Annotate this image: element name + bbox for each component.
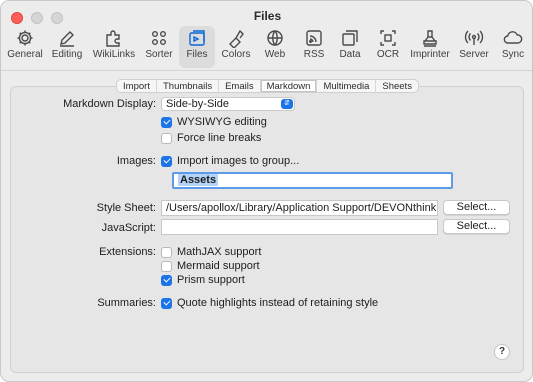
mathjax-checkbox-row[interactable]: MathJAX support	[161, 246, 261, 258]
toolbar-item-rss[interactable]: RSS	[297, 26, 331, 68]
style-sheet-label: Style Sheet:	[96, 202, 156, 214]
import-images-label: Import images to group...	[177, 155, 300, 167]
tab-multimedia[interactable]: Multimedia	[316, 80, 375, 92]
tab-bar-container: Import Thumbnails Emails Markdown Multim…	[1, 79, 532, 95]
toolbar-item-sync[interactable]: Sync	[495, 26, 531, 68]
tab-import[interactable]: Import	[117, 80, 156, 92]
force-breaks-checkbox-row[interactable]: Force line breaks	[161, 132, 261, 144]
toolbar-item-ocr[interactable]: OCR	[371, 26, 405, 68]
globe-icon	[267, 30, 283, 46]
preferences-toolbar: General Editing WikiLinks Sorter Files C…	[1, 26, 532, 68]
toolbar-item-sorter[interactable]: Sorter	[141, 26, 177, 68]
help-button[interactable]: ?	[494, 344, 510, 360]
toolbar-item-imprinter[interactable]: Imprinter	[407, 26, 453, 68]
cloud-icon	[503, 31, 523, 44]
force-breaks-checkbox[interactable]	[161, 132, 172, 144]
files-icon	[189, 30, 205, 46]
image-group-value: Assets	[178, 174, 219, 186]
javascript-field[interactable]	[161, 219, 438, 235]
grid-dots-icon	[152, 31, 166, 45]
ocr-icon	[380, 30, 396, 46]
style-sheet-field[interactable]: /Users/apollox/Library/Application Suppo…	[161, 200, 438, 216]
quote-highlights-label: Quote highlights instead of retaining st…	[177, 297, 379, 309]
chevron-updown-icon: ⇵	[281, 99, 293, 109]
data-icon	[342, 30, 358, 46]
mermaid-label: Mermaid support	[177, 260, 260, 272]
toolbar-item-data[interactable]: Data	[333, 26, 367, 68]
markdown-display-value: Side-by-Side	[166, 98, 229, 110]
window-title: Files	[253, 9, 282, 23]
wysiwyg-checkbox-row[interactable]: WYSIWYG editing	[161, 116, 267, 128]
tab-markdown[interactable]: Markdown	[259, 80, 317, 92]
mermaid-checkbox-row[interactable]: Mermaid support	[161, 260, 260, 272]
toolbar-item-files[interactable]: Files	[179, 26, 215, 68]
toolbar-item-web[interactable]: Web	[257, 26, 293, 68]
title-bar: Files General Editing WikiLinks Sorter F…	[1, 1, 532, 71]
tab-emails[interactable]: Emails	[218, 80, 260, 92]
javascript-label: JavaScript:	[101, 222, 156, 234]
gear-icon	[17, 30, 33, 46]
tab-sheets[interactable]: Sheets	[375, 80, 418, 92]
prism-checkbox[interactable]	[161, 274, 172, 286]
toolbar-item-general[interactable]: General	[5, 26, 45, 68]
javascript-select-button[interactable]: Select...	[443, 219, 510, 234]
toolbar-item-colors[interactable]: Colors	[217, 26, 255, 68]
tab-bar: Import Thumbnails Emails Markdown Multim…	[116, 79, 419, 93]
extensions-label: Extensions:	[99, 246, 156, 258]
import-images-checkbox[interactable]	[161, 155, 172, 167]
prism-checkbox-row[interactable]: Prism support	[161, 274, 245, 286]
tab-thumbnails[interactable]: Thumbnails	[155, 80, 218, 92]
toolbar-item-server[interactable]: Server	[455, 26, 493, 68]
markdown-display-popup[interactable]: Side-by-Side ⇵	[161, 97, 295, 111]
pencil-icon	[60, 31, 74, 47]
quote-highlights-checkbox-row[interactable]: Quote highlights instead of retaining st…	[161, 297, 378, 309]
markdown-display-label: Markdown Display:	[63, 98, 156, 110]
prism-label: Prism support	[177, 274, 245, 286]
mathjax-label: MathJAX support	[177, 246, 262, 258]
puzzle-icon	[106, 30, 120, 47]
summaries-label: Summaries:	[97, 297, 156, 309]
image-group-field[interactable]: Assets	[172, 172, 453, 189]
style-sheet-select-button[interactable]: Select...	[443, 200, 510, 215]
rss-icon	[306, 30, 322, 46]
mermaid-checkbox[interactable]	[161, 260, 172, 272]
preferences-window: Files General Editing WikiLinks Sorter F…	[0, 0, 533, 382]
paint-icon	[229, 29, 244, 48]
toolbar-item-editing[interactable]: Editing	[47, 26, 87, 68]
mathjax-checkbox[interactable]	[161, 246, 172, 258]
stamp-icon	[423, 30, 437, 47]
broadcast-icon	[464, 30, 484, 45]
wysiwyg-checkbox[interactable]	[161, 116, 172, 128]
images-label: Images:	[116, 155, 156, 167]
toolbar-item-wikilinks[interactable]: WikiLinks	[89, 26, 139, 68]
quote-highlights-checkbox[interactable]	[161, 297, 172, 309]
force-breaks-label: Force line breaks	[177, 132, 262, 144]
wysiwyg-label: WYSIWYG editing	[177, 116, 267, 128]
import-images-checkbox-row[interactable]: Import images to group...	[161, 155, 299, 167]
